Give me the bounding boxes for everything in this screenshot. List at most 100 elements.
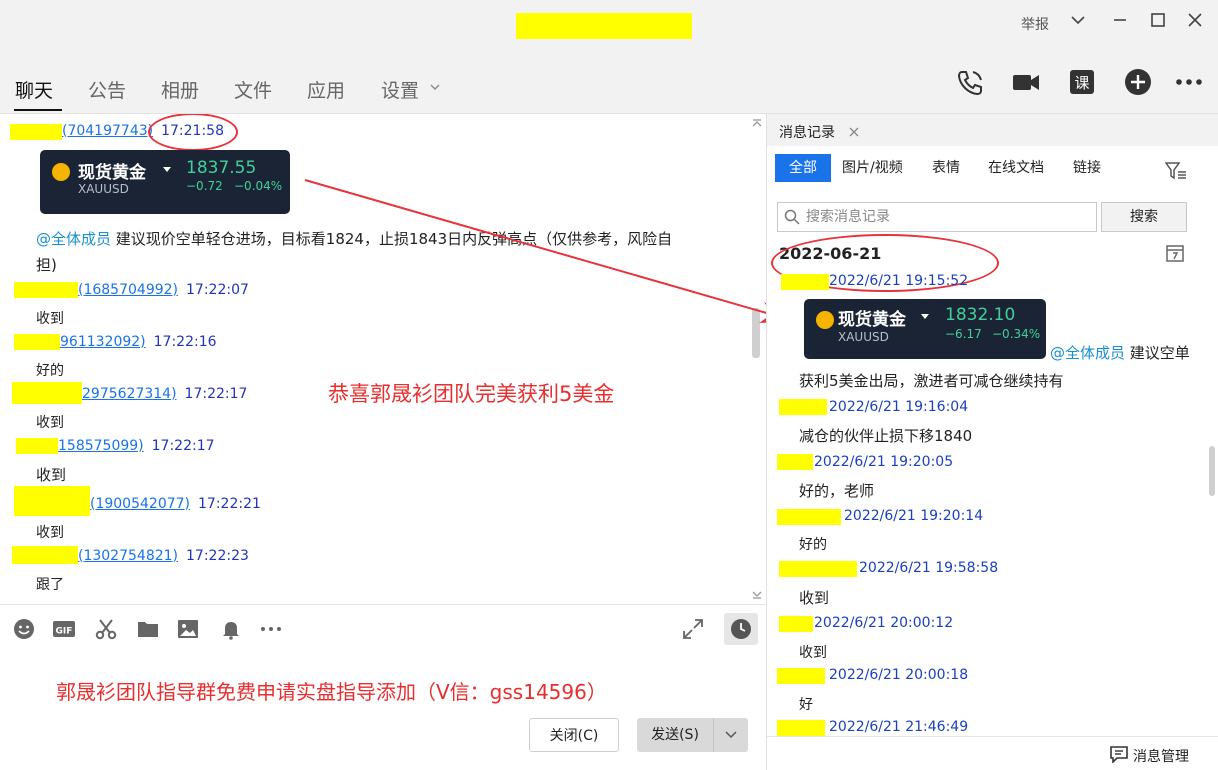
- tab-apps[interactable]: 应用: [307, 76, 345, 103]
- redacted-name: [779, 399, 827, 415]
- video-call-icon[interactable]: [1011, 67, 1041, 97]
- phone-icon[interactable]: [955, 67, 985, 97]
- sender-id[interactable]: (1302754821): [78, 548, 178, 564]
- message-text: 跟了: [36, 577, 64, 593]
- message-time: 17:22:23: [186, 548, 249, 564]
- message-text: 收到: [36, 466, 67, 484]
- history-search-input[interactable]: 搜索消息记录: [777, 202, 1097, 232]
- message-manage-link[interactable]: 消息管理: [1133, 746, 1189, 766]
- history-footer: 消息管理: [767, 736, 1218, 770]
- redacted-name: [779, 561, 857, 577]
- tab-announcement[interactable]: 公告: [88, 76, 126, 103]
- calendar-icon[interactable]: [1165, 243, 1185, 263]
- emoji-icon[interactable]: [12, 617, 36, 641]
- maximize-icon[interactable]: [1146, 11, 1170, 37]
- highlight-circle: [148, 114, 238, 151]
- quote-symbol: XAUUSD: [78, 182, 129, 196]
- message-time: 17:22:21: [198, 496, 261, 512]
- chevron-down-icon[interactable]: [429, 82, 441, 92]
- close-button[interactable]: 关闭(C): [529, 718, 619, 752]
- mention-all[interactable]: @全体成员: [36, 230, 111, 248]
- close-tab-icon[interactable]: [849, 127, 859, 137]
- history-entry-text: 收到: [799, 589, 830, 607]
- send-options-button[interactable]: [713, 718, 748, 752]
- gold-quote-card[interactable]: 现货黄金 XAUUSD 1832.10 −6.17 −0.34%: [804, 299, 1046, 359]
- more-icon[interactable]: [259, 617, 283, 641]
- report-link[interactable]: 举报: [1021, 14, 1049, 34]
- tab-chat[interactable]: 聊天: [15, 76, 53, 103]
- history-tab-all[interactable]: 全部: [775, 154, 831, 182]
- folder-icon[interactable]: [136, 617, 160, 641]
- sender-id[interactable]: (704197743): [62, 123, 153, 139]
- history-tab-media[interactable]: 图片/视频: [842, 154, 903, 182]
- redacted-name: [777, 720, 825, 736]
- history-toggle[interactable]: [724, 613, 758, 645]
- tab-settings[interactable]: 设置: [381, 76, 419, 103]
- caret-down-icon: [921, 314, 929, 319]
- history-tab-links[interactable]: 链接: [1073, 154, 1101, 182]
- title-bar: 举报: [0, 0, 1218, 50]
- message-time: 17:22:17: [151, 438, 215, 454]
- message-header: (1685704992) 17:22:07: [78, 282, 249, 298]
- redacted-name: [777, 668, 825, 684]
- quote-price: 1837.55: [186, 158, 257, 178]
- more-icon[interactable]: [1174, 67, 1204, 97]
- history-search-button[interactable]: 搜索: [1101, 202, 1187, 232]
- redacted-name: [777, 509, 841, 525]
- bell-icon[interactable]: [219, 617, 243, 641]
- redacted-name: [779, 616, 813, 632]
- svg-text:GIF: GIF: [56, 627, 73, 637]
- chevron-down-icon[interactable]: [1066, 11, 1090, 37]
- history-entry-time: 2022/6/21 19:58:58: [859, 560, 999, 576]
- history-title: 消息记录: [779, 125, 835, 141]
- message-text: 好的: [36, 363, 64, 379]
- message-input[interactable]: 郭晟衫团队指导群免费申请实盘指导添加（V信：gss14596） 关闭(C) 发送…: [0, 652, 766, 770]
- message-header: 158575099) 17:22:17: [58, 438, 215, 454]
- advice-message: @全体成员 建议现价空单轻仓进场，目标看1824，止损1843日内反弹高点（仅供…: [36, 226, 752, 278]
- coin-icon: [816, 311, 834, 329]
- redacted-name: [14, 282, 78, 298]
- chat-messages[interactable]: (704197743) 17:21:58 现货黄金 XAUUSD 1837.55 …: [0, 114, 766, 604]
- tab-files[interactable]: 文件: [234, 76, 272, 103]
- sender-id[interactable]: 961132092): [60, 334, 146, 350]
- send-button[interactable]: 发送(S): [637, 718, 713, 752]
- redacted-name: [777, 454, 813, 470]
- advice-text: 建议空单: [1129, 344, 1190, 362]
- message-history-panel: 消息记录 全部 图片/视频 表情 在线文档 链接 搜索消息记录 搜索 2022-…: [766, 114, 1218, 770]
- history-scrollbar-thumb[interactable]: [1209, 446, 1215, 496]
- tab-album[interactable]: 相册: [161, 76, 199, 103]
- scissors-icon[interactable]: [94, 617, 118, 641]
- gif-icon[interactable]: GIF: [52, 617, 76, 641]
- caret-down-icon: [163, 167, 171, 172]
- add-icon[interactable]: [1123, 67, 1153, 97]
- history-entry-text: 收到: [799, 645, 827, 661]
- scroll-down-icon[interactable]: [751, 590, 763, 600]
- history-tab-emoji[interactable]: 表情: [932, 154, 960, 182]
- sender-id[interactable]: 2975627314): [82, 386, 177, 402]
- minimize-icon[interactable]: [1108, 11, 1132, 37]
- lesson-icon[interactable]: 课: [1067, 67, 1097, 97]
- quote-change: −6.17: [945, 327, 982, 341]
- history-entry-text: 好的: [799, 537, 827, 553]
- scroll-up-icon[interactable]: [751, 118, 763, 128]
- mention-all[interactable]: @全体成员: [1050, 344, 1125, 362]
- history-tab-docs[interactable]: 在线文档: [988, 154, 1044, 182]
- sender-id[interactable]: (1685704992): [78, 282, 178, 298]
- gold-quote-card[interactable]: 现货黄金 XAUUSD 1837.55 −0.72 −0.04%: [40, 150, 290, 214]
- filter-icon[interactable]: [1165, 161, 1187, 181]
- message-manage-icon[interactable]: [1109, 745, 1129, 763]
- close-icon[interactable]: [1183, 11, 1207, 37]
- sender-id[interactable]: (1900542077): [90, 496, 190, 512]
- history-entry-time: 2022/6/21 20:00:18: [829, 667, 969, 683]
- message-time: 17:22:07: [186, 282, 249, 298]
- message-text: 收到: [36, 311, 64, 327]
- message-header: (1900542077) 17:22:21: [90, 496, 261, 512]
- image-icon[interactable]: [176, 617, 200, 641]
- congrats-annotation: 恭喜郭晟衫团队完美获利5美金: [328, 382, 615, 406]
- sender-id[interactable]: 158575099): [58, 438, 144, 454]
- history-entry-text: 获利5美金出局，激进者可减仓继续持有: [799, 372, 1064, 390]
- expand-icon[interactable]: [681, 617, 705, 641]
- message-header: 2975627314) 17:22:17: [82, 386, 247, 402]
- scrollbar-thumb[interactable]: [752, 308, 760, 358]
- redacted-name: [12, 546, 78, 564]
